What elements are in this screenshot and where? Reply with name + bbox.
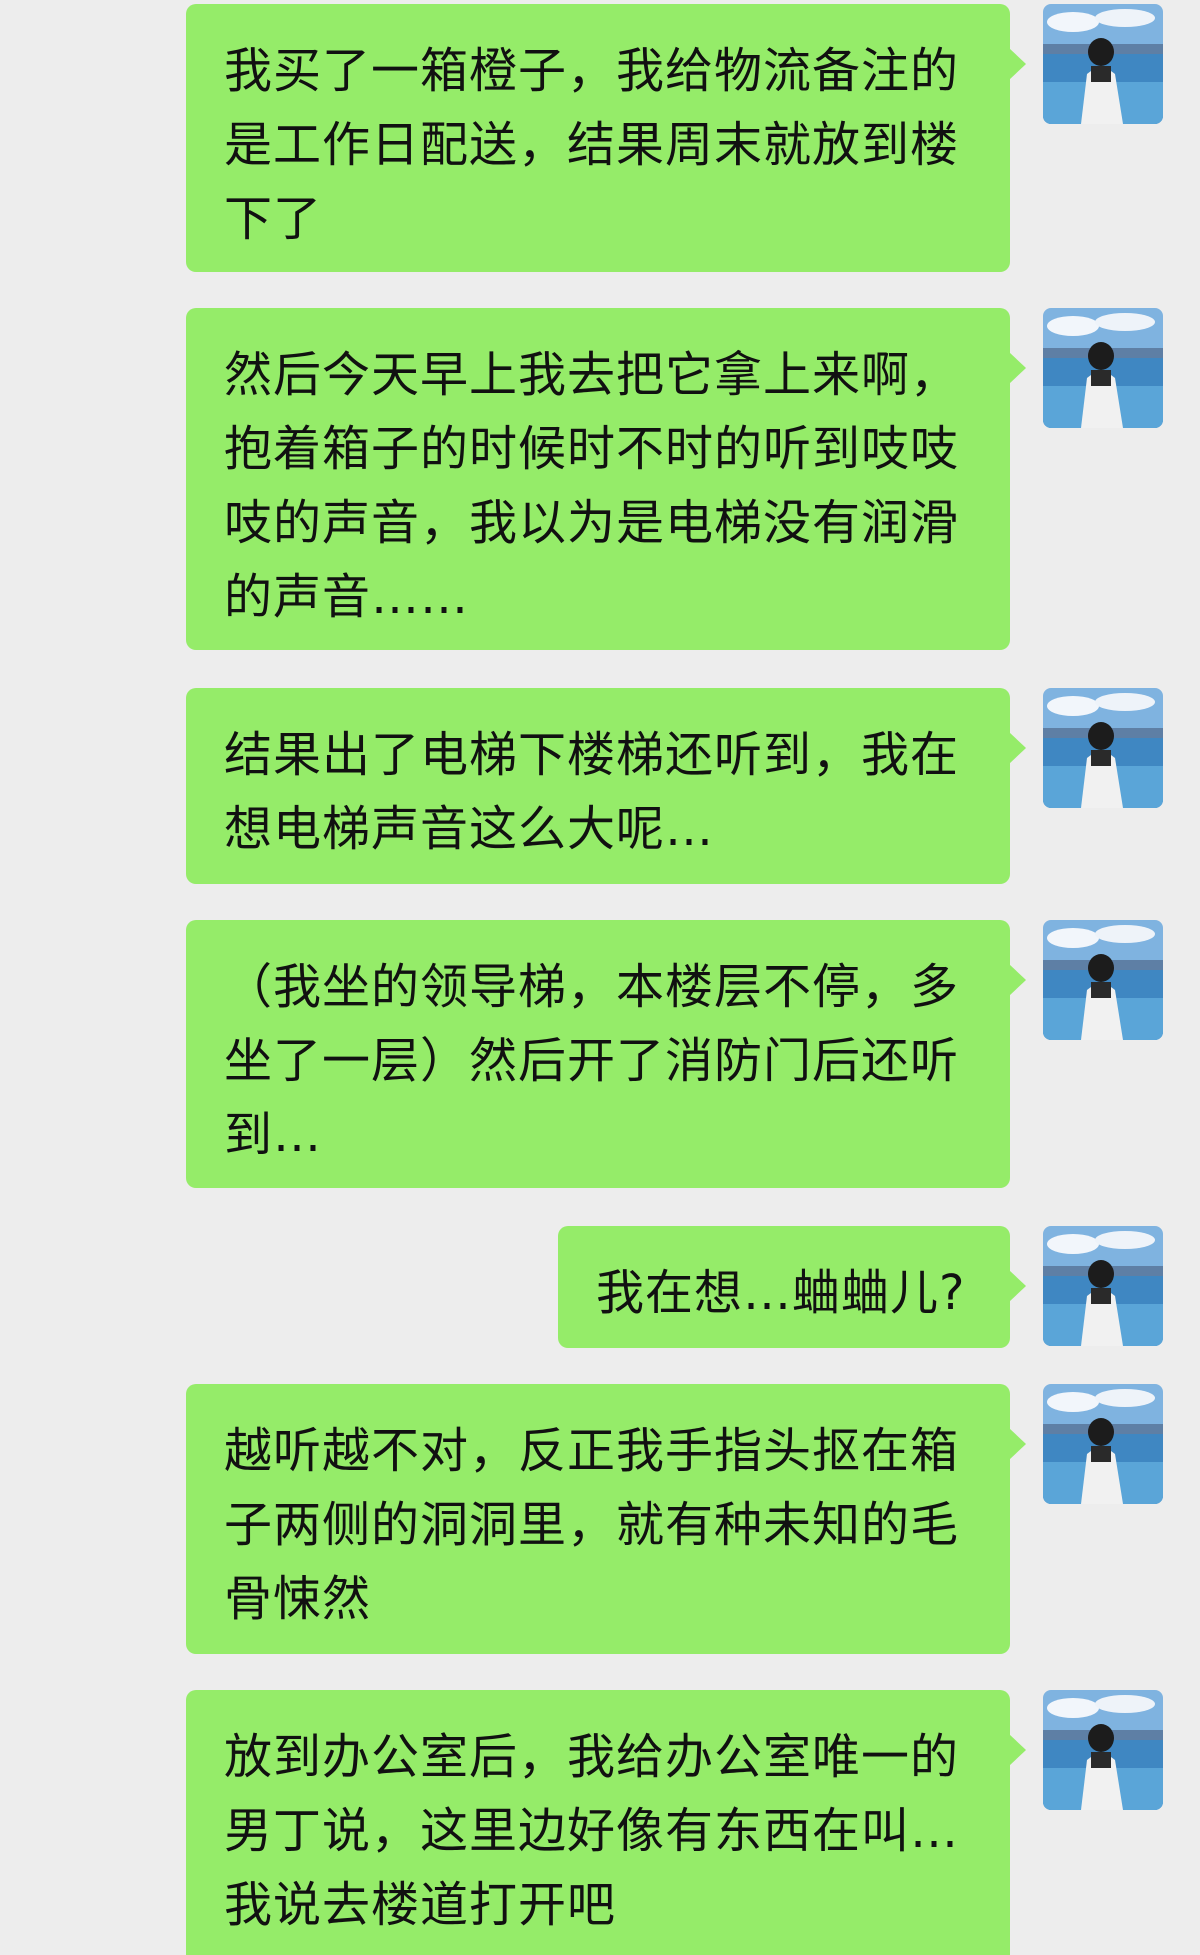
avatar[interactable] (1043, 4, 1163, 124)
avatar[interactable] (1043, 1226, 1163, 1346)
message-bubble[interactable]: 放到办公室后，我给办公室唯一的男丁说，这里边好像有东西在叫…我说去楼道打开吧 (186, 1690, 1026, 1955)
message-bubble[interactable]: 然后今天早上我去把它拿上来啊，抱着箱子的时候时不时的听到吱吱吱的声音，我以为是电… (186, 308, 1026, 650)
avatar-photo-icon (1043, 688, 1163, 808)
message-bubble[interactable]: 结果出了电梯下楼梯还听到，我在想电梯声音这么大呢… (186, 688, 1026, 884)
avatar-photo-icon (1043, 4, 1163, 124)
avatar-photo-icon (1043, 1690, 1163, 1810)
message-bubble[interactable]: 我在想…蛐蛐儿? (558, 1226, 1026, 1348)
avatar[interactable] (1043, 1690, 1163, 1810)
avatar[interactable] (1043, 920, 1163, 1040)
avatar[interactable] (1043, 688, 1163, 808)
avatar[interactable] (1043, 1384, 1163, 1504)
message-bubble[interactable]: （我坐的领导梯，本楼层不停，多坐了一层）然后开了消防门后还听到… (186, 920, 1026, 1188)
message-bubble[interactable]: 越听越不对，反正我手指头抠在箱子两侧的洞洞里，就有种未知的毛骨悚然 (186, 1384, 1026, 1654)
avatar-photo-icon (1043, 308, 1163, 428)
avatar-photo-icon (1043, 920, 1163, 1040)
avatar[interactable] (1043, 308, 1163, 428)
avatar-photo-icon (1043, 1226, 1163, 1346)
chat-area: 我买了一箱橙子，我给物流备注的是工作日配送，结果周末就放到楼下了 然后今天早上我… (0, 0, 1200, 1955)
avatar-photo-icon (1043, 1384, 1163, 1504)
message-bubble[interactable]: 我买了一箱橙子，我给物流备注的是工作日配送，结果周末就放到楼下了 (186, 4, 1026, 272)
